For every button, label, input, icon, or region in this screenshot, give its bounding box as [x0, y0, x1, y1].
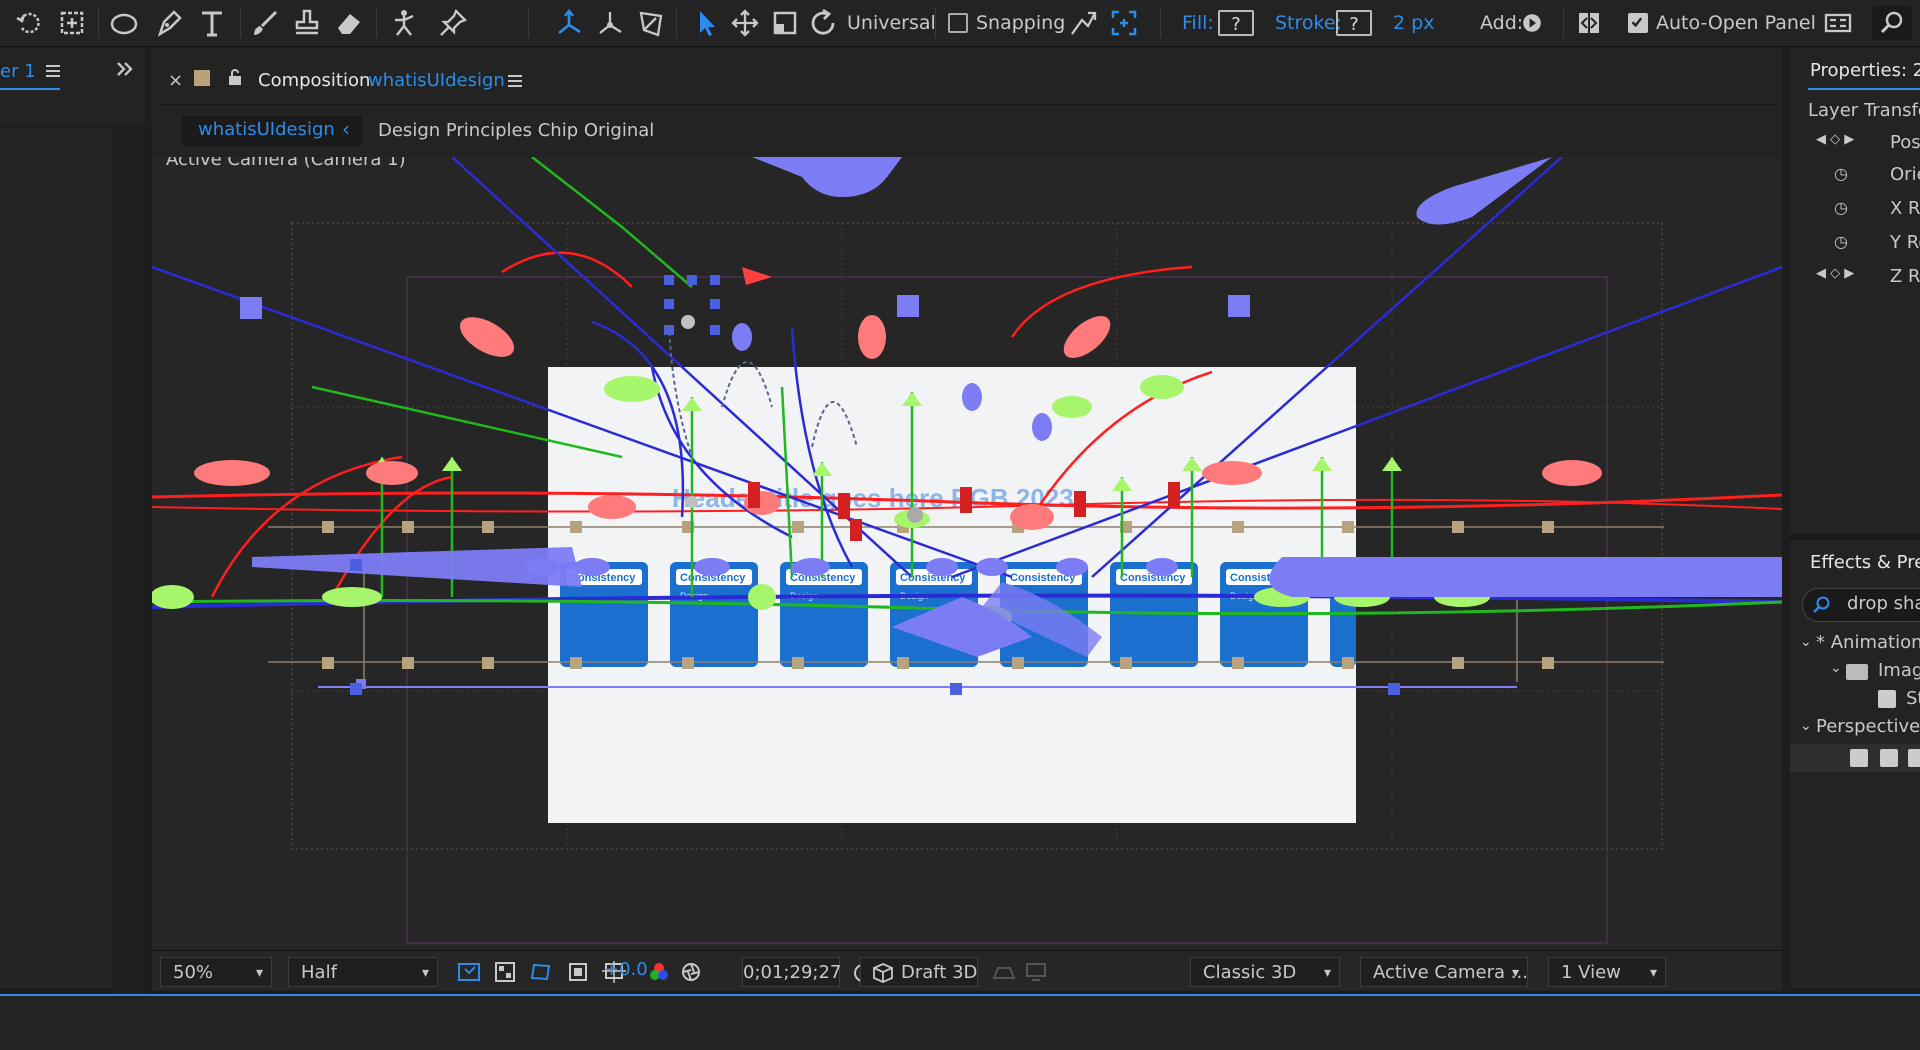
snapping-label[interactable]: Snapping [976, 12, 1065, 34]
comp-menu-icon[interactable] [506, 72, 524, 95]
stroke-swatch[interactable]: ? [1336, 10, 1372, 36]
properties-title: Properties: 2( [1810, 60, 1920, 81]
draft-3d-toggle[interactable]: Draft 3D [860, 957, 978, 987]
stroke-width-value[interactable]: 2 px [1393, 12, 1434, 34]
tree-animation[interactable]: * Animation [1816, 632, 1920, 653]
renderer-dropdown[interactable]: Classic 3D ▾ [1190, 957, 1340, 987]
folder-icon [1846, 664, 1868, 680]
rotate-tool-icon[interactable] [809, 6, 839, 40]
viewer-options-bar: 50% ▾ Half ▾ +0.0 0;01;29;27 Draft 3D Clas… [152, 950, 1782, 991]
search-help-icon[interactable] [1872, 6, 1912, 40]
puppet-tool-icon[interactable] [384, 6, 424, 40]
stopwatch-icon[interactable]: ◷ [1834, 198, 1848, 217]
keyframe-nav-icon[interactable]: ◀ ◇ ▶ [1816, 132, 1854, 147]
breadcrumb-child[interactable]: Design Principles Chip Original [378, 120, 654, 141]
exposure-reset-icon[interactable] [677, 959, 705, 985]
ground-plane-icon[interactable] [990, 959, 1018, 985]
snap-target-icon[interactable] [1108, 6, 1140, 40]
auto-open-checkbox[interactable] [1628, 13, 1648, 33]
fill-swatch[interactable]: ? [1218, 10, 1254, 36]
stroke-label: Stroke: [1275, 12, 1342, 34]
zoom-dropdown[interactable]: 50% ▾ [160, 957, 272, 987]
ellipse-tool-icon[interactable] [106, 6, 142, 40]
clone-stamp-icon[interactable] [290, 6, 324, 40]
chevron-down-icon[interactable]: ⌄ [1800, 718, 1812, 734]
stopwatch-icon[interactable]: ◷ [1834, 164, 1848, 183]
view-label: Active Camera (Camera 1) [166, 157, 406, 170]
keyframe-nav-icon[interactable]: ◀ ◇ ▶ [1816, 266, 1854, 281]
prop-position[interactable]: Pos [1890, 132, 1920, 153]
comp-title-name[interactable]: whatisUIdesign [368, 70, 505, 91]
fast-previews-icon[interactable] [455, 959, 483, 985]
tree-perspective[interactable]: Perspective [1816, 716, 1920, 737]
universal-label[interactable]: Universal [847, 12, 936, 34]
camera-view-dropdown[interactable]: Active Camera ... ▾ [1360, 957, 1528, 987]
scale-tool-icon[interactable] [770, 6, 800, 40]
world-axis-mode-icon[interactable] [593, 6, 627, 40]
timeline-panel [0, 994, 1920, 1050]
resolution-dropdown[interactable]: Half ▾ [288, 957, 438, 987]
expand-panel-icon[interactable] [114, 58, 136, 85]
extended-viewer-icon[interactable] [1022, 959, 1050, 985]
exposure-value[interactable]: +0.0 [604, 959, 648, 980]
eraser-tool-icon[interactable] [332, 6, 366, 40]
close-tab-icon[interactable]: × [168, 70, 183, 91]
view-axis-mode-icon[interactable] [634, 6, 668, 40]
breadcrumb-active[interactable]: whatisUIdesign ‹ [182, 116, 362, 146]
mirror-icon[interactable] [1572, 6, 1606, 40]
workspace-icon[interactable] [1820, 6, 1856, 40]
auto-open-panel-label[interactable]: Auto-Open Panel [1656, 12, 1816, 34]
tree-image[interactable]: Imag [1878, 660, 1920, 681]
add-label: Add: [1480, 12, 1524, 34]
tree-sub[interactable]: St [1906, 688, 1920, 709]
color-channels-icon[interactable] [645, 959, 673, 985]
left-panel-tab[interactable]: er 1 [0, 61, 36, 82]
brush-tool-icon[interactable] [248, 6, 282, 40]
move-tool-icon[interactable] [730, 6, 760, 40]
selection-tool-icon[interactable] [692, 6, 722, 40]
prop-z-rotation[interactable]: Z Ro [1890, 266, 1920, 287]
comp-color-label [194, 70, 210, 86]
add-menu-icon[interactable] [1520, 6, 1544, 40]
transparency-grid-icon[interactable] [491, 959, 519, 985]
stopwatch-icon[interactable]: ◷ [1834, 232, 1848, 251]
top-toolbar: Universal Snapping Fill: ? Stroke: ? 2 p… [0, 0, 1920, 47]
comp-title-prefix: Composition [258, 70, 371, 91]
chevron-down-icon[interactable]: ⌄ [1800, 634, 1812, 650]
prop-x-rotation[interactable]: X Ro [1890, 198, 1920, 219]
snapping-checkbox[interactable] [948, 13, 968, 33]
prop-orientation[interactable]: Orie [1890, 164, 1920, 185]
snap-options-icon[interactable] [1068, 6, 1098, 40]
chevron-down-icon[interactable]: ⌄ [1830, 660, 1842, 676]
fill-label: Fill: [1182, 12, 1214, 34]
effects-search-field[interactable]: drop sha [1802, 588, 1920, 622]
prop-y-rotation[interactable]: Y Ro [1890, 232, 1920, 253]
effects-presets-title: Effects & Pres [1810, 552, 1920, 573]
panel-menu-icon[interactable] [44, 62, 62, 85]
rotate-view-icon[interactable] [12, 6, 46, 40]
lock-icon[interactable] [227, 68, 243, 91]
pin-tool-icon[interactable] [436, 6, 470, 40]
properties-panel: Properties: 2( Layer Transfo ◀ ◇ ▶ Pos ◷… [1790, 48, 1920, 988]
pen-tool-icon[interactable] [152, 6, 186, 40]
view-layout-dropdown[interactable]: 1 View ▾ [1548, 957, 1666, 987]
region-of-interest-icon[interactable] [564, 959, 592, 985]
track-xy-icon[interactable] [55, 6, 89, 40]
timecode-field[interactable]: 0;01;29;27 [742, 957, 841, 987]
local-axis-mode-icon[interactable] [552, 6, 586, 40]
selected-effect-row[interactable] [1790, 744, 1920, 772]
project-panel: er 1 [0, 48, 145, 1036]
type-tool-icon[interactable] [195, 6, 229, 40]
layer-transform-title[interactable]: Layer Transfo [1808, 100, 1920, 121]
mask-visibility-icon[interactable] [527, 959, 555, 985]
effect-icon [1878, 690, 1896, 708]
composition-viewer[interactable]: Header title goes here RGB 2023 Consiste… [152, 157, 1782, 949]
